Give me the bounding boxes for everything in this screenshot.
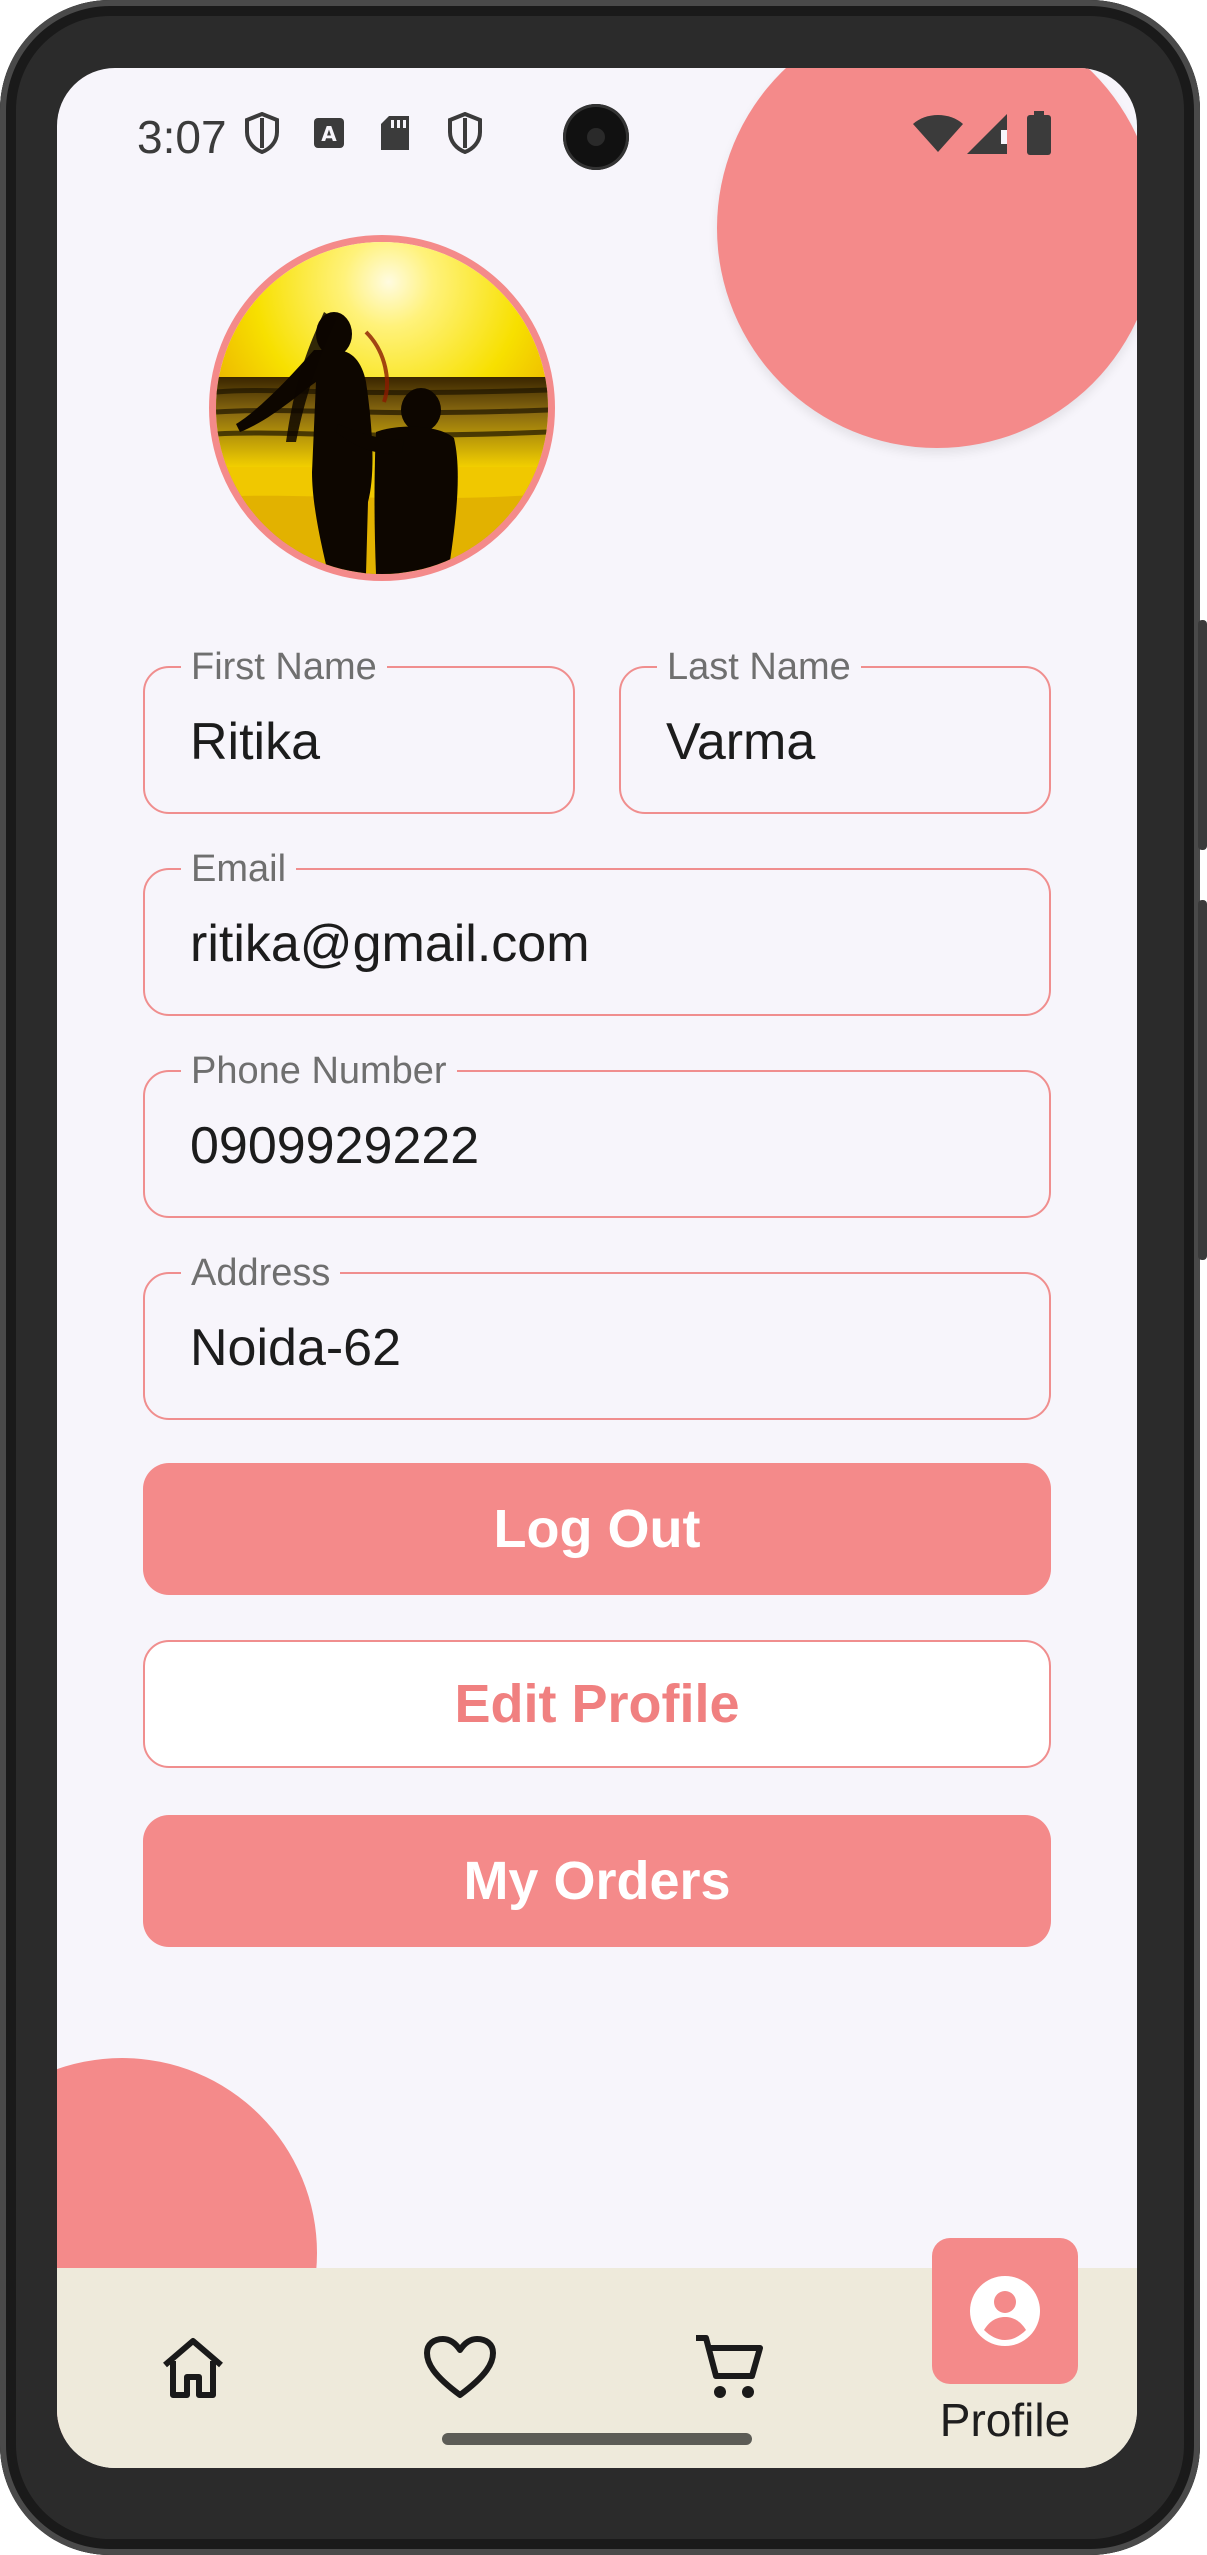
volume-button <box>1198 900 1207 1260</box>
power-button <box>1198 620 1207 850</box>
shield-icon <box>448 112 482 154</box>
nav-item-cart[interactable] <box>689 2328 769 2408</box>
sunset-photo <box>216 242 548 574</box>
home-icon <box>163 2338 223 2398</box>
phone-number-field[interactable]: Phone Number 0909929222 <box>143 1050 1051 1218</box>
nav-item-favorites[interactable] <box>420 2328 500 2408</box>
account-circle-icon <box>970 2276 1040 2346</box>
address-label: Address <box>181 1252 341 1295</box>
first-name-label: First Name <box>181 646 387 689</box>
phone-number-value: 0909929222 <box>190 1117 480 1175</box>
heart-icon <box>424 2336 496 2398</box>
wifi-icon <box>913 115 963 152</box>
profile-avatar[interactable] <box>209 235 555 581</box>
nav-item-home[interactable] <box>153 2328 233 2408</box>
address-field[interactable]: Address Noida-62 <box>143 1252 1051 1420</box>
front-camera <box>563 104 629 170</box>
svg-text:A: A <box>321 122 337 146</box>
status-time: 3:07 <box>137 111 227 163</box>
my-orders-button[interactable]: My Orders <box>143 1815 1051 1947</box>
last-name-value: Varma <box>666 713 816 771</box>
first-name-value: Ritika <box>190 713 321 771</box>
edit-profile-button[interactable]: Edit Profile <box>143 1640 1051 1768</box>
email-field[interactable]: Email ritika@gmail.com <box>143 848 1051 1016</box>
gesture-home-indicator[interactable] <box>442 2433 752 2445</box>
phone-device: 3:07 A First Name Ritika Last Name Varma… <box>0 0 1207 2555</box>
nav-item-profile-label: Profile <box>939 2394 1071 2446</box>
first-name-field[interactable]: First Name Ritika <box>143 646 575 814</box>
logout-button[interactable]: Log Out <box>143 1463 1051 1595</box>
cart-icon <box>696 2335 763 2398</box>
email-label: Email <box>181 848 297 891</box>
text-a-icon: A <box>314 118 344 148</box>
last-name-field[interactable]: Last Name Varma <box>619 646 1051 814</box>
nav-item-profile[interactable] <box>932 2238 1078 2384</box>
battery-icon <box>1027 111 1051 155</box>
sd-card-icon <box>381 116 409 150</box>
phone-number-label: Phone Number <box>181 1050 457 1093</box>
address-value: Noida-62 <box>190 1319 402 1377</box>
cellular-signal-icon <box>967 114 1007 154</box>
status-bar: 3:07 A <box>57 68 1137 198</box>
email-value: ritika@gmail.com <box>190 915 590 973</box>
shield-icon <box>245 112 279 154</box>
last-name-label: Last Name <box>657 646 861 689</box>
app-screen: 3:07 A First Name Ritika Last Name Varma… <box>57 68 1137 2468</box>
